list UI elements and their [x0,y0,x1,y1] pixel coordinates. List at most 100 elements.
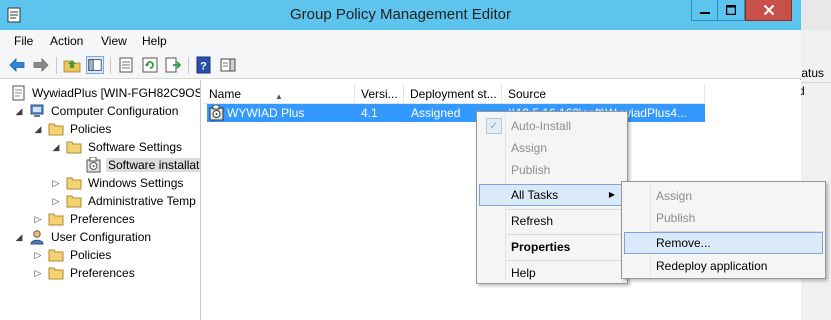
tree-label: WywiadPlus [WIN-FGH82C9OSJ [32,86,201,100]
tree-node-software-settings[interactable]: ◢ Software Settings [51,138,200,156]
menu-item-auto-install[interactable]: ✓ Auto-Install [479,115,625,137]
expand-arrow-icon[interactable]: ▷ [33,246,43,264]
table-row[interactable]: WYWIAD Plus 4.1 Assigned \\10.5.16.160\s… [207,104,705,122]
menu-item-remove[interactable]: Remove... [624,232,823,254]
folder-icon [48,123,64,136]
collapse-arrow-icon[interactable]: ◢ [14,102,24,120]
toolbar-separator [110,57,111,74]
tree-node-user-configuration[interactable]: ◢ User Configuration [14,228,200,246]
list-header: Name ▲ Versi... Deployment st... Source [203,84,705,104]
menu-action[interactable]: Action [50,34,83,48]
minimize-icon [699,12,710,14]
software-package-icon [209,105,224,121]
column-header-deployment-state[interactable]: Deployment st... [404,84,502,104]
menu-item-assign[interactable]: Assign [624,185,823,207]
menu-item-assign[interactable]: Assign [479,137,625,159]
tree-label: Software Settings [88,140,183,154]
menu-item-publish[interactable]: Publish [624,207,823,229]
tree-node-administrative-templates[interactable]: ▷ Administrative Temp [51,192,200,210]
software-package-icon [86,157,101,173]
tree-label: Computer Configuration [51,104,179,118]
tree-label: Preferences [70,212,135,226]
title-bar[interactable]: Group Policy Management Editor [0,0,801,30]
background-column-header: tatus [798,66,825,80]
submenu-arrow-icon: ▶ [608,190,615,199]
menu-separator [507,260,625,261]
collapse-arrow-icon[interactable]: ◢ [14,228,24,246]
window-title: Group Policy Management Editor [290,6,511,23]
tree-node-cc-preferences[interactable]: ▷ Preferences [33,210,200,228]
menu-separator [507,234,625,235]
tree-label: User Configuration [51,230,152,244]
check-icon: ✓ [486,118,502,134]
folder-icon [48,213,64,226]
close-button[interactable] [745,0,792,21]
properties-icon[interactable] [117,56,135,74]
tree-node-computer-configuration[interactable]: ◢ Computer Configuration [14,102,200,120]
expand-arrow-icon[interactable]: ▷ [51,192,61,210]
tree-label: Software installat [106,158,200,172]
menu-item-label: All Tasks [511,188,559,202]
menu-item-publish[interactable]: Publish [479,159,625,181]
folder-icon [48,249,64,262]
policy-document-icon [12,85,25,101]
column-header-version[interactable]: Versi... [355,84,404,104]
column-header-label: Name [209,87,242,101]
tree-label: Policies [70,122,112,136]
expand-arrow-icon[interactable]: ▷ [51,174,61,192]
menu-file[interactable]: File [14,34,33,48]
main-window: Group Policy Management Editor File Acti… [0,0,826,320]
tree-node-uc-policies[interactable]: ▷ Policies [33,246,200,264]
menu-item-properties[interactable]: Properties [479,236,625,258]
tree-node-cc-policies[interactable]: ◢ Policies [33,120,200,138]
cell-version: 4.1 [361,106,378,120]
tree-node-windows-settings[interactable]: ▷ Windows Settings [51,174,200,192]
folder-icon [66,177,82,190]
tree-label: Preferences [70,266,135,280]
help-icon[interactable]: ? [195,56,213,74]
collapse-arrow-icon[interactable]: ◢ [33,120,43,138]
export-list-icon[interactable] [164,56,182,74]
folder-icon [66,195,82,208]
expand-arrow-icon[interactable]: ▷ [33,264,43,282]
menu-item-redeploy-application[interactable]: Redeploy application [624,255,823,277]
menu-help[interactable]: Help [142,34,167,48]
menu-view[interactable]: View [101,34,127,48]
folder-icon [66,141,82,154]
up-folder-icon[interactable] [63,56,81,74]
folder-icon [48,267,64,280]
menu-item-refresh[interactable]: Refresh [479,210,625,232]
computer-icon [30,104,44,117]
refresh-icon[interactable] [141,56,159,74]
column-header-source[interactable]: Source [502,84,705,104]
menu-item-label: Auto-Install [511,119,572,133]
show-hide-console-tree-icon[interactable] [86,56,104,74]
tree-node-software-installation[interactable]: Software installat [86,156,200,174]
context-menu: ✓ Auto-Install Assign Publish All Tasks … [476,111,628,284]
menu-item-all-tasks[interactable]: All Tasks ▶ [479,184,625,206]
tree-label: Administrative Temp [88,194,196,208]
tree-node-uc-preferences[interactable]: ▷ Preferences [33,264,200,282]
minimize-button[interactable] [691,0,718,21]
tree-label: Policies [70,248,112,262]
close-icon [763,4,774,16]
forward-arrow-icon[interactable] [32,56,50,74]
console-tree: WywiadPlus [WIN-FGH82C9OSJ ◢ Computer Co… [0,80,201,320]
show-action-pane-icon[interactable] [219,56,237,74]
tree-node-root[interactable]: WywiadPlus [WIN-FGH82C9OSJ [6,84,201,102]
menu-bar: File Action View Help [0,30,801,52]
toolbar-separator [188,57,189,74]
user-icon [30,230,44,245]
back-arrow-icon[interactable] [8,56,26,74]
toolbar: ? [0,52,801,79]
tree-label: Windows Settings [88,176,184,190]
column-header-name[interactable]: Name ▲ [203,84,355,104]
expand-arrow-icon[interactable]: ▷ [33,210,43,228]
maximize-button[interactable] [718,0,745,21]
cell-name: WYWIAD Plus [227,106,305,120]
collapse-arrow-icon[interactable]: ◢ [51,138,61,156]
svg-text:?: ? [200,61,207,73]
toolbar-separator [56,57,57,74]
maximize-icon [726,5,736,15]
menu-item-help[interactable]: Help [479,262,625,284]
